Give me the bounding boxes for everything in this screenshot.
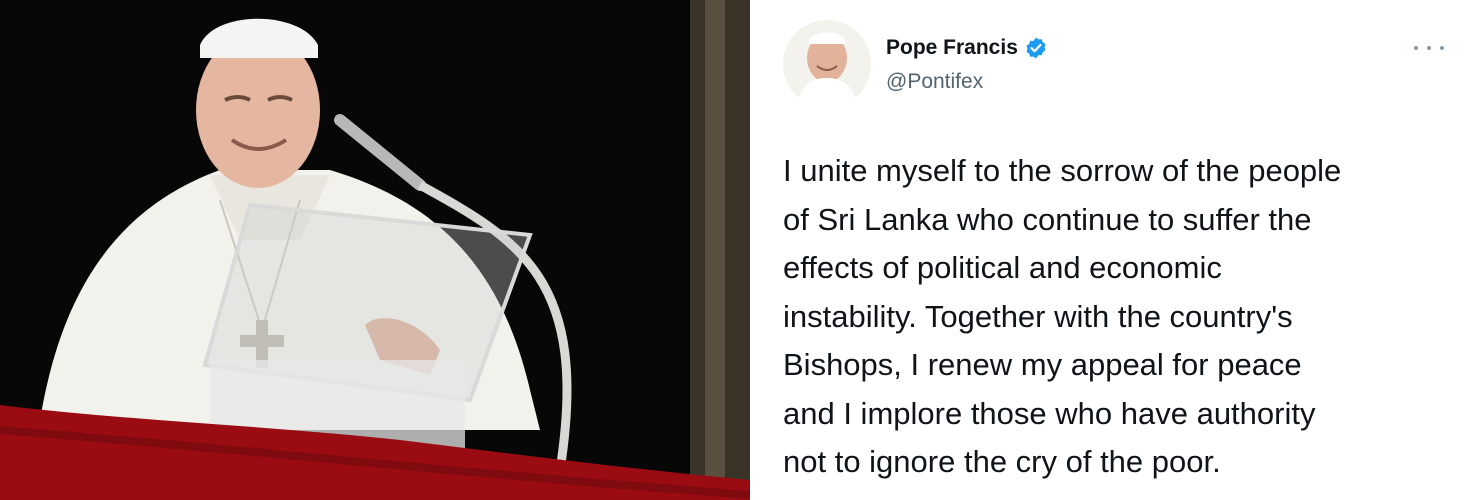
pope-photo-illustration bbox=[0, 0, 750, 500]
tweet-text: I unite myself to the sorrow of the peop… bbox=[783, 153, 1342, 479]
more-dot bbox=[1440, 46, 1444, 50]
avatar[interactable] bbox=[783, 20, 871, 108]
more-horizontal-icon[interactable] bbox=[1414, 38, 1444, 58]
tweet-card: Pope Francis @Pontifex I unite myself to… bbox=[750, 0, 1479, 500]
author-handle[interactable]: @Pontifex bbox=[886, 70, 983, 94]
verified-badge-icon bbox=[1024, 36, 1048, 60]
more-dot bbox=[1414, 46, 1418, 50]
tweet-photo[interactable] bbox=[0, 0, 750, 500]
author-name-row[interactable]: Pope Francis bbox=[886, 36, 1048, 60]
more-dot bbox=[1427, 46, 1431, 50]
display-name[interactable]: Pope Francis bbox=[886, 36, 1018, 60]
avatar-image bbox=[783, 20, 871, 108]
